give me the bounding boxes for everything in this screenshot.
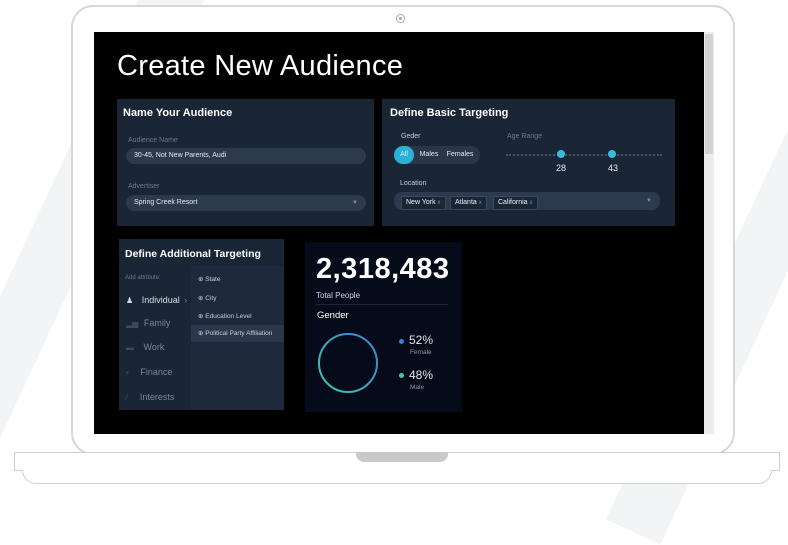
- gender-heading: Gender: [317, 310, 349, 321]
- chevron-right-icon: ›: [184, 295, 188, 305]
- category-work[interactable]: ▬ Work: [126, 342, 164, 352]
- chevron-down-icon: ▼: [646, 198, 652, 204]
- plus-circle-icon: ⊕: [198, 276, 204, 283]
- name-audience-heading: Name Your Audience: [123, 107, 233, 119]
- brush-icon: ⁄: [126, 393, 128, 402]
- location-chip[interactable]: Atlanta x: [450, 196, 487, 210]
- gender-option-females[interactable]: Females: [443, 146, 477, 164]
- female-legend-dot: [399, 339, 404, 344]
- category-finance[interactable]: ▪ Finance: [126, 367, 172, 377]
- age-max-handle[interactable]: [608, 150, 616, 158]
- female-label: Female: [410, 349, 432, 356]
- stats-divider: [316, 304, 448, 305]
- gender-option-males[interactable]: Males: [417, 146, 441, 164]
- chevron-down-icon: ▼: [352, 200, 358, 206]
- female-percent: 52%: [409, 333, 434, 347]
- plus-circle-icon: ⊕: [198, 295, 204, 302]
- category-interests[interactable]: ⁄ Interests: [126, 392, 174, 402]
- category-menu: [119, 266, 191, 410]
- audience-name-input[interactable]: 30-45, Not New Parents, Audi: [126, 148, 366, 164]
- age-range-slider[interactable]: [506, 154, 662, 158]
- camera-icon: [396, 14, 405, 23]
- advertiser-select[interactable]: Spring Creek Resort ▼: [126, 195, 366, 211]
- age-min-handle[interactable]: [557, 150, 565, 158]
- attribute-education-level[interactable]: ⊕ Education Level: [198, 312, 252, 320]
- scrollbar-thumb[interactable]: [705, 34, 713, 154]
- laptop-notch: [356, 452, 448, 462]
- total-people-label: Total People: [316, 291, 361, 300]
- money-icon: ▪: [126, 368, 129, 377]
- total-people-count: 2,318,483: [316, 253, 450, 285]
- plus-circle-icon: ⊕: [198, 313, 204, 320]
- audience-name-label: Audience Name: [128, 137, 178, 144]
- add-attribute-label: Add attribute:: [125, 275, 161, 281]
- donut-ring: [318, 333, 378, 393]
- male-percent: 48%: [409, 368, 434, 382]
- male-legend-dot: [399, 373, 404, 378]
- attribute-state[interactable]: ⊕ State: [198, 275, 220, 283]
- laptop-base-bottom: [22, 470, 772, 484]
- close-icon[interactable]: x: [530, 200, 533, 206]
- advertiser-value: Spring Creek Resort: [134, 199, 198, 206]
- close-icon[interactable]: x: [479, 200, 482, 206]
- location-chip[interactable]: California x: [493, 196, 538, 210]
- basic-targeting-heading: Define Basic Targeting: [390, 107, 509, 119]
- gender-donut-chart: [318, 333, 378, 393]
- advertiser-label: Advertiser: [128, 183, 160, 190]
- close-icon[interactable]: x: [438, 200, 441, 206]
- person-icon: ♟: [126, 296, 134, 305]
- page-title: Create New Audience: [117, 50, 404, 82]
- bar-chart-icon: ▂▅: [126, 319, 139, 328]
- additional-targeting-heading: Define Additional Targeting: [125, 248, 261, 260]
- category-individual[interactable]: ♟ Individual ›: [126, 295, 188, 305]
- gender-option-all[interactable]: All: [394, 146, 414, 164]
- location-label: Location: [400, 180, 427, 187]
- plus-circle-icon: ⊕: [198, 330, 204, 337]
- male-label: Male: [410, 384, 425, 391]
- age-max-value: 43: [608, 163, 619, 173]
- attribute-city[interactable]: ⊕ City: [198, 294, 216, 302]
- attribute-political-party[interactable]: ⊕ Political Party Affiliation: [191, 325, 284, 342]
- gender-label: Geder: [401, 133, 421, 140]
- category-family[interactable]: ▂▅ Family: [126, 318, 170, 328]
- audience-name-value: 30-45, Not New Parents, Audi: [134, 152, 227, 159]
- age-range-label: Age Range: [507, 133, 543, 140]
- age-min-value: 28: [556, 163, 567, 173]
- briefcase-icon: ▬: [126, 343, 134, 352]
- location-chip[interactable]: New York x: [401, 196, 446, 210]
